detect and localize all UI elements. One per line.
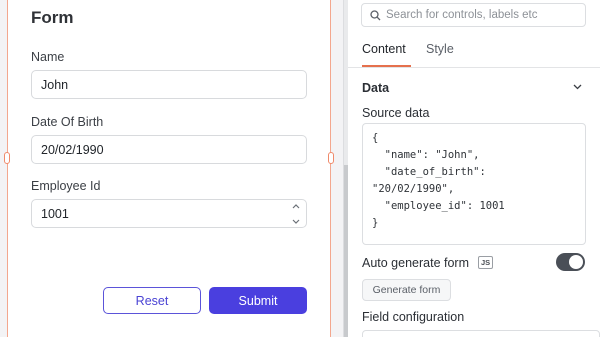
search-icon (370, 10, 381, 21)
chevron-down-icon[interactable] (573, 84, 582, 90)
employee-id-input[interactable]: 1001 (31, 199, 307, 228)
date-of-birth-label: Date Of Birth (31, 115, 104, 129)
source-data-label: Source data (362, 106, 430, 120)
field-configuration-label: Field configuration (362, 310, 465, 324)
canvas: Form Name John Date Of Birth 20/02/1990 … (0, 0, 343, 337)
employee-id-input-value: 1001 (41, 207, 69, 221)
submit-button[interactable]: Submit (209, 287, 307, 314)
search-placeholder: Search for controls, labels etc (386, 9, 538, 21)
tab-style[interactable]: Style (426, 42, 454, 56)
property-panel: Search for controls, labels etc Content … (348, 0, 600, 337)
tabs-divider (348, 67, 600, 68)
name-input-value: John (41, 78, 69, 92)
name-label: Name (31, 50, 65, 64)
auto-generate-toggle[interactable] (556, 253, 585, 271)
form-title: Form (31, 8, 74, 27)
source-data-editor[interactable]: { "name": "John", "date_of_birth": "20/0… (362, 123, 586, 245)
name-input[interactable]: John (31, 70, 307, 99)
auto-generate-label: Auto generate form (362, 256, 470, 270)
chevron-down-icon[interactable] (292, 219, 300, 224)
date-of-birth-input-value: 20/02/1990 (41, 143, 104, 157)
search-input[interactable]: Search for controls, labels etc (361, 3, 586, 27)
tab-content[interactable]: Content (362, 42, 406, 56)
toggle-knob (569, 255, 583, 269)
number-stepper[interactable] (292, 204, 300, 224)
field-configuration-box[interactable] (362, 330, 600, 337)
chevron-up-icon[interactable] (292, 204, 300, 209)
section-title-data[interactable]: Data (362, 81, 389, 95)
resize-handle-left[interactable] (4, 152, 10, 164)
date-of-birth-input[interactable]: 20/02/1990 (31, 135, 307, 164)
resize-handle-right[interactable] (328, 152, 334, 164)
generate-form-button[interactable]: Generate form (362, 279, 451, 301)
js-toggle-badge[interactable]: JS (478, 256, 494, 269)
reset-button[interactable]: Reset (103, 287, 201, 314)
employee-id-label: Employee Id (31, 179, 101, 193)
